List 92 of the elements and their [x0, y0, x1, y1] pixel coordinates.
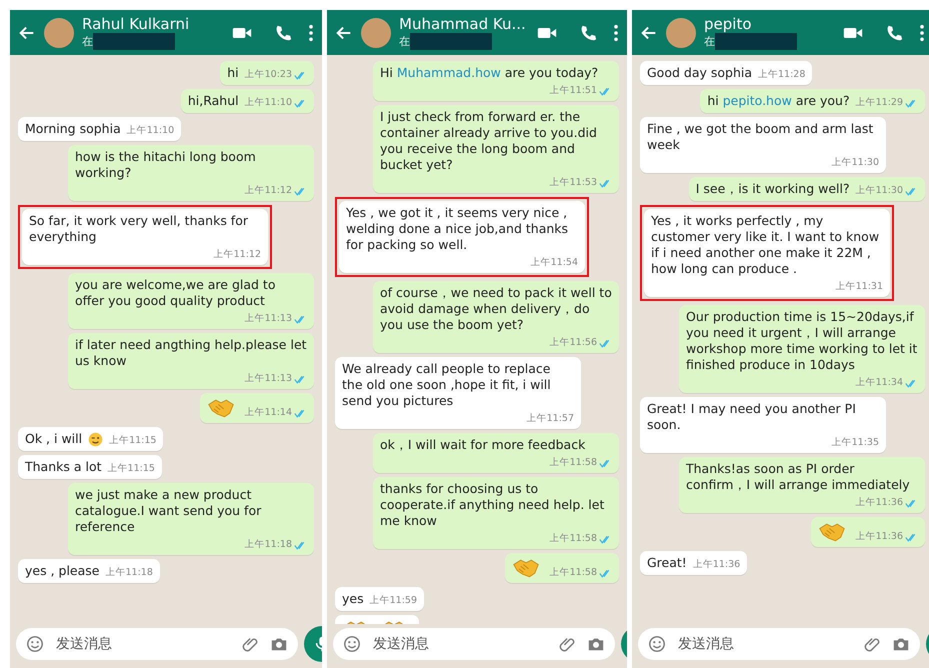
avatar: [44, 18, 74, 48]
message-time: 上午11:10: [126, 125, 174, 137]
message-time: 上午11:13: [244, 313, 292, 325]
message-time: 上午11:59: [370, 595, 417, 607]
message-text: if later need angthing help.please let us know: [75, 337, 307, 369]
message-text: Ok , i will: [25, 431, 82, 447]
message-time: 上午11:57: [526, 413, 574, 425]
message-text: hi,Rahul: [188, 93, 239, 109]
message-input[interactable]: 发送消息: [371, 635, 549, 653]
avatar: [361, 18, 391, 48]
message-time: 上午11:29: [856, 97, 903, 109]
emoji-icon[interactable]: [26, 635, 44, 653]
message-time: 上午11:18: [105, 567, 153, 579]
message-time: 上午11:28: [758, 69, 806, 81]
message-text: Great!: [647, 555, 687, 571]
message-time: 上午11:13: [244, 373, 292, 385]
message-text: thanks for choosing us to cooperate.if anything need help. let me know: [380, 481, 606, 529]
message-time: 上午11:34: [856, 377, 903, 389]
contact-name: Rahul Kulkarni: [82, 15, 190, 33]
message-time: 上午11:12: [244, 185, 292, 197]
message-text: Yes , it works perfectly , my customer very like it. I want to know if i need another one make it 22M , how long can produce .: [651, 213, 880, 277]
message-text: we just make a new product catalogue.I want send you for reference: [75, 487, 262, 535]
message-text: ok，I will wait for more feedback: [380, 437, 586, 453]
message-text: of course，we need to pack it well to avoid damage when delivery，do you use the boom yet?: [380, 285, 612, 333]
message-time: 上午11:10: [244, 97, 292, 109]
message-time: 上午11:30: [832, 157, 879, 169]
handshake-emoji-icon: [206, 397, 235, 419]
message-text: hi pepito.how are you?: [707, 93, 850, 109]
message-text: Fine , we got the boom and arm last week: [647, 121, 874, 153]
message-input[interactable]: 发送消息: [54, 635, 232, 653]
message-time: 上午11:58: [550, 567, 597, 579]
message-time: 上午11:56: [550, 337, 597, 349]
message-time: 上午11:36: [692, 559, 740, 571]
message-time: 上午11:51: [550, 85, 597, 97]
message-time: 上午11:53: [550, 177, 597, 189]
message-time: 上午11:35: [832, 437, 879, 449]
wink-emoji-icon: [88, 432, 104, 447]
message-text: Thanks!as soon as PI order confirm，I will arrange immediately: [686, 461, 911, 493]
avatar: [666, 18, 696, 48]
message-text: Yes , we got it , it seems very nice , welding done a nice job,and thanks for packing so well.: [346, 205, 570, 253]
message-text: Good day sophia: [647, 65, 752, 81]
message-text: Thanks a lot: [25, 459, 102, 475]
message-time: 上午11:58: [550, 533, 597, 545]
phone-icon[interactable]: [885, 24, 903, 42]
contact-status: 在: [82, 34, 93, 49]
phone-icon[interactable]: [579, 24, 597, 42]
message-input[interactable]: 发送消息: [676, 635, 854, 653]
emoji-icon[interactable]: [343, 635, 361, 653]
contact-name: pepito: [704, 15, 752, 33]
message-time: 上午11:18: [244, 539, 292, 551]
handshake-emoji-icon: [512, 557, 540, 579]
message-time: 上午11:36: [856, 531, 903, 543]
message-time: 上午10:23: [244, 69, 292, 81]
more-menu-icon[interactable]: [613, 24, 619, 42]
message-link[interactable]: pepito.how: [722, 93, 792, 108]
contact-status: 在: [704, 34, 715, 49]
message-text: hi: [227, 65, 239, 81]
message-input-field[interactable]: 发送消息: [638, 628, 920, 660]
message-text: We already call people to replace the old one soon ,hope it fit, i will send you pictures: [342, 361, 552, 409]
message-text: yes , please: [25, 563, 100, 579]
message-time: 上午11:54: [530, 257, 578, 269]
phone-icon[interactable]: [274, 24, 292, 42]
message-time: 上午11:12: [214, 249, 261, 261]
message-text: you are welcome,we are glad to offer you good quality product: [75, 277, 276, 309]
message-time: 上午11:58: [550, 457, 597, 469]
paperclip-icon[interactable]: [242, 635, 260, 653]
message-text: So far, it work very well, thanks for everything: [29, 213, 249, 245]
message-text: Hi Muhammad.how are you today?: [380, 65, 598, 81]
emoji-icon[interactable]: [648, 635, 666, 653]
contact-name: Muhammad Ku...: [399, 15, 526, 33]
message-time: 上午11:36: [856, 497, 903, 509]
paperclip-icon[interactable]: [864, 635, 882, 653]
paperclip-icon[interactable]: [559, 635, 577, 653]
more-menu-icon[interactable]: [308, 24, 314, 42]
message-input-field[interactable]: 发送消息: [16, 628, 298, 660]
message-text: Morning sophia: [25, 121, 121, 137]
message-input-field[interactable]: 发送消息: [333, 628, 615, 660]
message-time: 上午11:15: [108, 463, 155, 475]
message-text: I just check from forward er. the container already arrive to you.did you receive the long boom and bucket yet?: [380, 109, 598, 173]
message-time: 上午11:30: [856, 185, 903, 197]
message-link[interactable]: Muhammad.how: [396, 65, 501, 80]
message-text: yes: [342, 591, 364, 607]
message-time: 上午11:31: [836, 281, 883, 293]
message-text: Our production time is 15~20days,if you need it urgent，I will arrange workshop more time working to let it finished produce in 10days: [686, 309, 918, 373]
handshake-emoji-icon: [818, 521, 846, 543]
message-text: how is the hitachi long boom working?: [75, 149, 257, 181]
message-time: 上午11:14: [244, 407, 292, 419]
message-text: I see，is it working well?: [696, 181, 850, 197]
contact-status: 在: [399, 34, 410, 49]
message-text: Great! I may need you another PI soon.: [647, 401, 857, 433]
message-time: 上午11:15: [109, 435, 156, 447]
more-menu-icon[interactable]: [919, 24, 925, 42]
